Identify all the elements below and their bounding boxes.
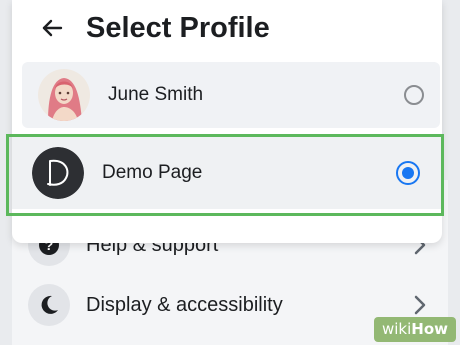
watermark-wiki: wiki xyxy=(381,320,412,338)
profile-option-june-smith[interactable]: June Smith xyxy=(22,62,440,128)
profile-option-demo-page[interactable]: Demo Page xyxy=(12,137,442,209)
avatar xyxy=(38,69,90,121)
profile-name: June Smith xyxy=(108,84,204,105)
radio-button-demo-page[interactable] xyxy=(396,161,420,185)
arrow-left-icon[interactable] xyxy=(34,10,70,46)
watermark: wikiHow xyxy=(373,317,456,342)
radio-button-june-smith[interactable] xyxy=(404,85,424,105)
avatar xyxy=(32,147,84,199)
select-profile-sheet: Select Profile June Smith Demo Page xyxy=(12,0,442,243)
chevron-right-icon xyxy=(408,293,432,317)
radio-selected-dot xyxy=(402,167,414,179)
menu-item-label: Display & accessibility xyxy=(86,293,283,316)
menu-item-display-accessibility[interactable]: Display & accessibility xyxy=(28,280,432,330)
sheet-header: Select Profile xyxy=(12,0,442,56)
moon-icon xyxy=(28,284,70,326)
watermark-how: How xyxy=(411,320,448,338)
profile-name: Demo Page xyxy=(102,162,203,183)
page-title: Select Profile xyxy=(86,11,270,44)
